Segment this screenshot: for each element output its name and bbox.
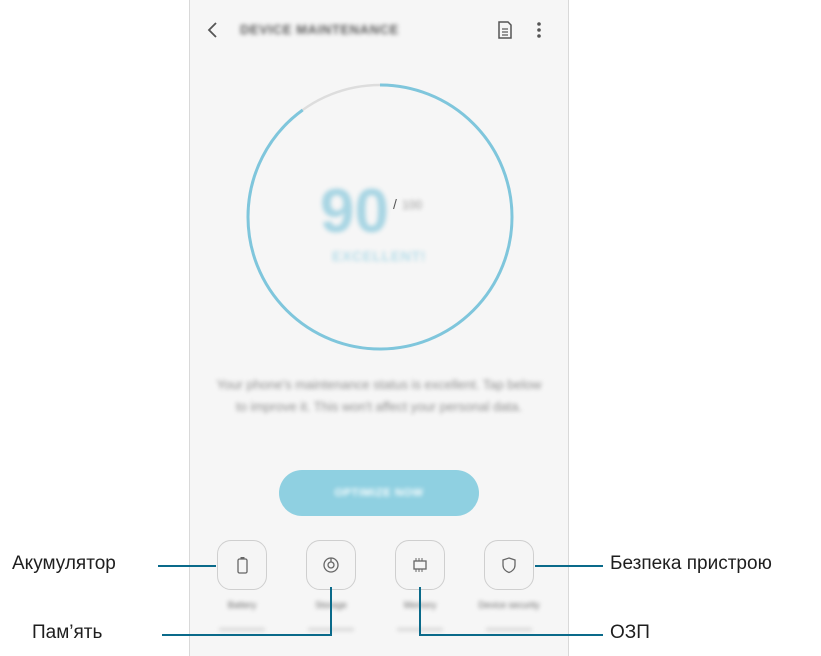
score-value: 90 (320, 177, 389, 246)
callout-memory-label: ОЗП (610, 622, 650, 643)
callout-battery-label: Акумулятор (12, 553, 116, 574)
score-max: 100 (402, 198, 423, 212)
callout-security-label: Безпека пристрою (610, 553, 772, 574)
battery-tile[interactable] (217, 540, 267, 590)
shield-icon (502, 557, 516, 574)
callout-storage-label: Пам’ять (32, 622, 103, 643)
phone-screen: DEVICE MAINTENANCE 90 / 100 EXCELLENT! Y… (189, 0, 569, 656)
maintenance-description: Your phone's maintenance status is excel… (216, 377, 542, 414)
memory-chip-icon (413, 558, 427, 572)
storage-tile[interactable] (306, 540, 356, 590)
callout-storage-line-v (330, 587, 332, 636)
device-security-tile[interactable] (484, 540, 534, 590)
score-separator: / (393, 196, 397, 212)
optimize-button-label: OPTIMIZE NOW (334, 487, 424, 499)
callout-memory-line-v (419, 587, 421, 636)
score-status: EXCELLENT! (332, 248, 426, 264)
callout-storage-line-h (162, 634, 332, 636)
device-security-tile-label: Device security (478, 600, 540, 610)
battery-tile-label: Battery (227, 600, 257, 610)
storage-icon (323, 557, 339, 573)
callout-memory-line-h (419, 634, 603, 636)
app-bar: DEVICE MAINTENANCE (190, 0, 568, 60)
battery-icon (237, 557, 248, 574)
more-options-icon[interactable] (535, 20, 543, 40)
report-icon[interactable] (496, 20, 514, 40)
page-title: DEVICE MAINTENANCE (240, 22, 399, 37)
callout-battery-line (158, 565, 216, 567)
back-arrow-icon[interactable] (204, 20, 222, 40)
callout-security-line (535, 565, 603, 567)
optimize-now-button[interactable]: OPTIMIZE NOW (279, 470, 479, 516)
memory-tile[interactable] (395, 540, 445, 590)
